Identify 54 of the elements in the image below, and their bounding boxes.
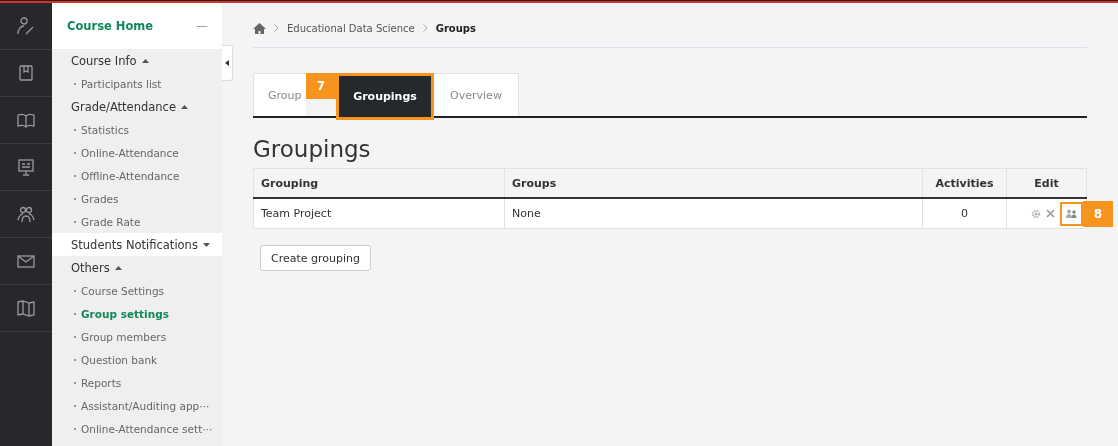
- sidebar-item[interactable]: Question bank: [81, 353, 158, 366]
- members-button[interactable]: [1060, 201, 1083, 226]
- mail-icon[interactable]: [17, 252, 35, 270]
- people-icon: [1066, 209, 1077, 218]
- sidebar-item[interactable]: Online-Attendance sett···: [81, 422, 213, 435]
- tab[interactable]: Overview: [434, 73, 519, 116]
- chevron-icon: [274, 24, 279, 32]
- tab[interactable]: Groupings: [336, 73, 434, 120]
- book-icon[interactable]: [17, 111, 35, 129]
- caret-icon: [141, 58, 149, 63]
- section-header[interactable]: Others: [52, 256, 222, 279]
- step-badge: 7: [306, 73, 336, 99]
- people-icon[interactable]: [17, 205, 35, 223]
- sidebar-item[interactable]: Participants list: [81, 77, 162, 90]
- delete-icon[interactable]: [1046, 209, 1055, 218]
- table-cell: None: [504, 198, 923, 229]
- board-icon[interactable]: [17, 158, 35, 176]
- page-heading: Groupings: [253, 136, 372, 162]
- sidebar-item[interactable]: Course Settings: [81, 284, 165, 297]
- caret-icon: [202, 242, 210, 247]
- section-header[interactable]: Grade/Attendance: [52, 95, 222, 118]
- collapse-button[interactable]: —: [196, 19, 208, 33]
- column-header: Groups: [504, 168, 923, 198]
- sidebar-item[interactable]: Grade Rate: [81, 215, 141, 228]
- sidebar-item[interactable]: Grades: [81, 192, 119, 205]
- sidebar-item[interactable]: Group settings: [81, 307, 169, 320]
- column-header: Edit: [1006, 168, 1087, 198]
- sidebar-item[interactable]: Offline-Attendance: [81, 169, 180, 182]
- section-header[interactable]: Students Notifications: [52, 233, 222, 256]
- column-header: Activities: [922, 168, 1007, 198]
- sidebar-item[interactable]: Online-Attendance: [81, 146, 179, 159]
- step-badge: 8: [1083, 200, 1113, 227]
- current-page: Groups: [435, 22, 476, 34]
- breadcrumb-link[interactable]: Educational Data Science: [287, 22, 415, 34]
- course-home-link[interactable]: Course Home: [67, 19, 154, 33]
- map-icon[interactable]: [17, 299, 35, 317]
- caret-icon: [181, 104, 189, 109]
- sidebar-item[interactable]: Statistics: [81, 123, 129, 136]
- sidebar-item[interactable]: Reports: [81, 376, 122, 389]
- sidebar-item[interactable]: Assistant/Auditing app···: [81, 399, 210, 412]
- tab[interactable]: Group: [253, 73, 306, 116]
- table-cell: Team Project: [253, 198, 505, 229]
- person-pen-icon[interactable]: [17, 17, 35, 35]
- caret-icon: [114, 265, 122, 270]
- create-grouping-button[interactable]: Create grouping: [260, 245, 371, 271]
- notebook-icon[interactable]: [17, 64, 35, 82]
- home-icon[interactable]: [253, 22, 266, 34]
- section-header[interactable]: Course Info: [52, 49, 222, 72]
- chevron-icon: [422, 24, 428, 32]
- table-cell: 0: [922, 198, 1007, 229]
- sidebar-toggle[interactable]: [222, 45, 233, 81]
- caret-icon: [225, 60, 229, 66]
- column-header: Grouping: [253, 168, 505, 198]
- sidebar-item[interactable]: Group members: [81, 330, 167, 343]
